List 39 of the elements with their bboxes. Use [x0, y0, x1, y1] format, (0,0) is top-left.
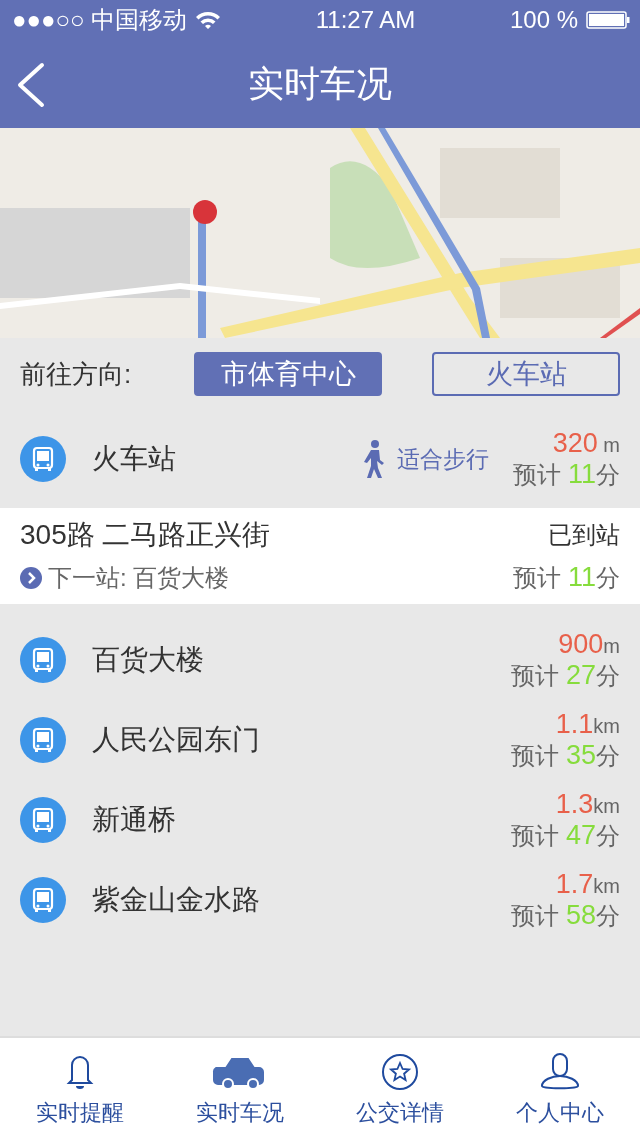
stop-name: 新通桥 — [92, 803, 177, 837]
walk-hint: 适合步行 — [397, 444, 490, 474]
next-stop: 下一站: 百货大楼 — [48, 563, 230, 593]
distance: 1.7km — [555, 868, 620, 900]
bus-icon — [20, 717, 66, 763]
direction-button[interactable]: 市体育中心 — [194, 352, 382, 396]
stop-name: 火车站 — [92, 442, 177, 476]
wifi-icon — [195, 10, 222, 30]
bus-icon — [20, 436, 66, 482]
distance: 1.3km — [555, 788, 620, 820]
arrival-estimate: 预计 58分 — [511, 899, 620, 932]
stop-name: 百货大楼 — [92, 643, 205, 677]
direction-label: 前往方向: — [20, 357, 133, 391]
tab-button[interactable]: 实时车况 — [160, 1038, 320, 1136]
tab-button[interactable]: 个人中心 — [480, 1038, 640, 1136]
screen-title: 实时车况 — [248, 61, 392, 106]
tab-button[interactable]: 公交详情 — [320, 1038, 480, 1136]
stop-name: 紫金山金水路 — [92, 883, 261, 917]
distance: 1.1km — [555, 708, 620, 740]
bus-icon — [20, 637, 66, 683]
arrival-estimate: 预计 35分 — [511, 739, 620, 772]
tab-button[interactable]: 实时提醒 — [0, 1038, 160, 1136]
distance: 320 m — [552, 427, 620, 459]
carrier-signal: ●●●○○ 中国移动 — [12, 5, 188, 35]
direction-button[interactable]: 火车站 — [432, 352, 620, 396]
arrival-estimate: 预计 11分 — [513, 458, 620, 491]
stop-name: 人民公园东门 — [92, 723, 261, 757]
battery-icon — [586, 11, 630, 29]
arrival-estimate: 预计 47分 — [511, 819, 620, 852]
arrival-estimate: 预计 11分 — [513, 562, 620, 594]
distance: 900m — [558, 628, 620, 660]
arrival-estimate: 预计 27分 — [511, 659, 620, 692]
bus-status: 已到站 — [548, 520, 620, 550]
battery-percent: 100 % — [509, 6, 578, 34]
clock: 11:27 AM — [315, 6, 416, 34]
chevron-icon — [20, 567, 42, 589]
bus-icon — [20, 797, 66, 843]
bus-route: 305路 二马路正兴街 — [20, 518, 271, 552]
bus-icon — [20, 877, 66, 923]
